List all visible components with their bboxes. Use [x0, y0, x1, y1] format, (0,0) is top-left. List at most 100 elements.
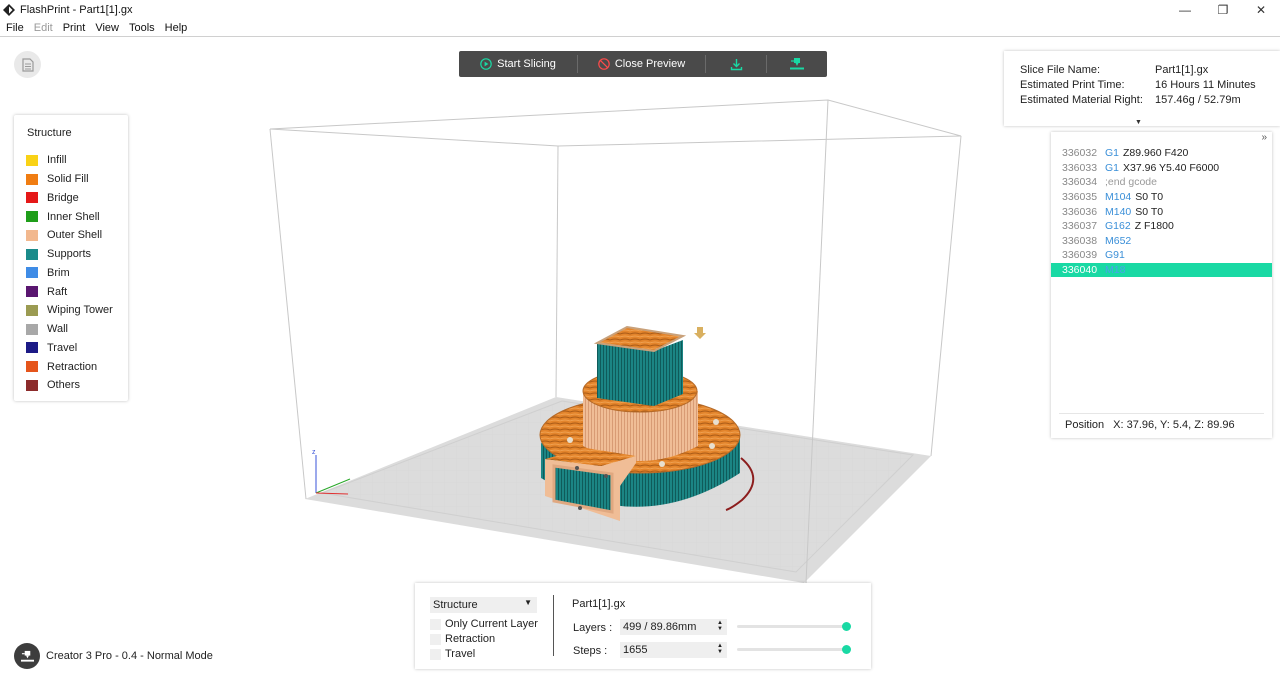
legend-label: Others	[47, 379, 81, 392]
gcode-line-number: 336037	[1062, 220, 1098, 233]
menu-view[interactable]: View	[90, 22, 124, 34]
print-send-button[interactable]	[767, 51, 827, 77]
spin-arrows-icon[interactable]: ▲ ▼	[717, 620, 723, 632]
only-current-layer-label: Only Current Layer	[445, 618, 538, 630]
gcode-list: 336032 G1 Z89.960 F420 336033 G1 X37.96 Y5.40…	[1051, 146, 1272, 278]
gcode-line[interactable]: 336032 G1 Z89.960 F420	[1051, 146, 1272, 161]
gcode-comment: ;end gcode	[1105, 176, 1157, 189]
legend-label: Wiping Tower	[47, 304, 113, 317]
menu-edit[interactable]: Edit	[29, 22, 58, 34]
layers-slider-handle[interactable]	[842, 622, 851, 631]
document-icon	[21, 57, 34, 72]
travel-label: Travel	[445, 648, 476, 660]
spin-arrows-icon[interactable]: ▲ ▼	[717, 643, 723, 655]
legend-swatch	[26, 361, 38, 373]
menu-help[interactable]: Help	[160, 22, 193, 34]
gcode-line-number: 336036	[1062, 205, 1098, 218]
layers-label: Layers :	[573, 622, 613, 634]
material-value: 157.46g / 52.79m	[1155, 94, 1241, 106]
gcode-line-number: 336033	[1062, 161, 1098, 174]
steps-label: Steps :	[573, 645, 608, 657]
printer-icon[interactable]	[14, 643, 40, 669]
legend-swatch	[26, 192, 38, 204]
legend-swatch	[26, 379, 38, 391]
collapse-caret-icon[interactable]: ▼	[1135, 119, 1142, 126]
gcode-command: G1	[1105, 161, 1120, 174]
gcode-divider	[1059, 413, 1264, 414]
legend-item: Inner Shell	[26, 207, 116, 226]
menu-print[interactable]: Print	[58, 22, 91, 34]
legend-label: Retraction	[47, 360, 98, 373]
legend-swatch	[26, 342, 38, 354]
layers-spinbox[interactable]: 499 / 89.86mm ▲ ▼	[620, 619, 727, 635]
position-readout: Position X: 37.96, Y: 5.4, Z: 89.96	[1065, 419, 1235, 431]
start-slicing-button[interactable]: Start Slicing	[459, 51, 577, 77]
display-mode-select[interactable]: Structure ▼	[430, 597, 537, 613]
expand-icon[interactable]: »	[1261, 132, 1267, 143]
panel-separator	[553, 595, 554, 656]
legend-label: Bridge	[47, 191, 79, 204]
gcode-line[interactable]: 336036 M140 S0 T0	[1051, 204, 1272, 219]
close-preview-button[interactable]: Close Preview	[578, 51, 705, 77]
gcode-line[interactable]: 336038 M652	[1051, 234, 1272, 249]
gcode-line[interactable]: 336033 G1 X37.96 Y5.40 F6000	[1051, 161, 1272, 176]
title-bar: FlashPrint - Part1[1].gx — ❐ ✕	[0, 0, 1280, 20]
steps-slider-handle[interactable]	[842, 645, 851, 654]
checkbox-box[interactable]	[430, 648, 441, 660]
checkbox-box[interactable]	[430, 618, 441, 630]
gcode-line-number: 336040	[1062, 264, 1098, 277]
menu-file[interactable]: File	[0, 22, 29, 34]
export-button[interactable]	[706, 51, 766, 77]
steps-spinbox[interactable]: 1655 ▲ ▼	[620, 642, 727, 658]
layer-control-panel: Structure ▼ Only Current Layer Retractio…	[415, 583, 871, 669]
legend-label: Brim	[47, 266, 70, 279]
gcode-line[interactable]: 336034 ;end gcode	[1051, 175, 1272, 190]
position-value: X: 37.96, Y: 5.4, Z: 89.96	[1113, 419, 1235, 431]
print-nozzle-icon	[790, 58, 804, 70]
retraction-checkbox[interactable]: Retraction	[430, 633, 495, 645]
document-button[interactable]	[14, 51, 41, 78]
gcode-args: Z89.960 F420	[1123, 147, 1189, 160]
display-mode-value: Structure	[433, 599, 478, 611]
slice-info-panel: Slice File Name: Part1[1].gx Estimated P…	[1004, 51, 1280, 126]
material-label: Estimated Material Right:	[1020, 94, 1143, 106]
legend-item: Wiping Tower	[26, 301, 116, 320]
checkbox-box[interactable]	[430, 633, 441, 645]
position-label: Position	[1065, 419, 1105, 431]
gcode-command: M140	[1105, 205, 1132, 218]
download-icon	[730, 58, 742, 70]
only-current-layer-checkbox[interactable]: Only Current Layer	[430, 618, 538, 630]
legend-item: Solid Fill	[26, 170, 116, 189]
legend-swatch	[26, 304, 38, 316]
legend-items: Infill Solid Fill Bridge Inner Shell Outer S…	[26, 151, 116, 395]
gcode-line[interactable]: 336037 G162 Z F1800	[1051, 219, 1272, 234]
steps-slider[interactable]	[737, 645, 851, 654]
play-circle-icon	[480, 58, 492, 70]
gcode-line[interactable]: 336040 M18	[1051, 262, 1272, 278]
printer-status[interactable]: Creator 3 Pro - 0.4 - Normal Mode	[14, 643, 213, 669]
gcode-command: G1	[1105, 147, 1120, 160]
no-entry-icon	[598, 58, 610, 70]
legend-item: Travel	[26, 339, 116, 358]
close-button[interactable]: ✕	[1242, 0, 1280, 20]
gcode-line[interactable]: 336039 G91	[1051, 248, 1272, 263]
legend-swatch	[26, 248, 38, 260]
layers-slider[interactable]	[737, 622, 851, 631]
menu-tools[interactable]: Tools	[124, 22, 160, 34]
travel-checkbox[interactable]: Travel	[430, 648, 475, 660]
legend-item: Raft	[26, 282, 116, 301]
minimize-button[interactable]: —	[1166, 0, 1204, 20]
gcode-command: M652	[1105, 234, 1132, 247]
structure-legend: Structure Infill Solid Fill Bridge Inner Sh…	[14, 115, 128, 401]
maximize-button[interactable]: ❐	[1204, 0, 1242, 20]
legend-item: Wall	[26, 320, 116, 339]
gcode-line-number: 336034	[1062, 176, 1098, 189]
legend-swatch	[26, 173, 38, 185]
z-axis-label: z	[312, 449, 316, 456]
gcode-line[interactable]: 336035 M104 S0 T0	[1051, 190, 1272, 205]
3d-viewport[interactable]: z Start Slicing Close Preview Structure …	[0, 38, 1280, 681]
legend-swatch	[26, 267, 38, 279]
start-slicing-label: Start Slicing	[497, 58, 556, 70]
legend-swatch	[26, 286, 38, 298]
preview-toolbar: Start Slicing Close Preview	[459, 51, 827, 77]
